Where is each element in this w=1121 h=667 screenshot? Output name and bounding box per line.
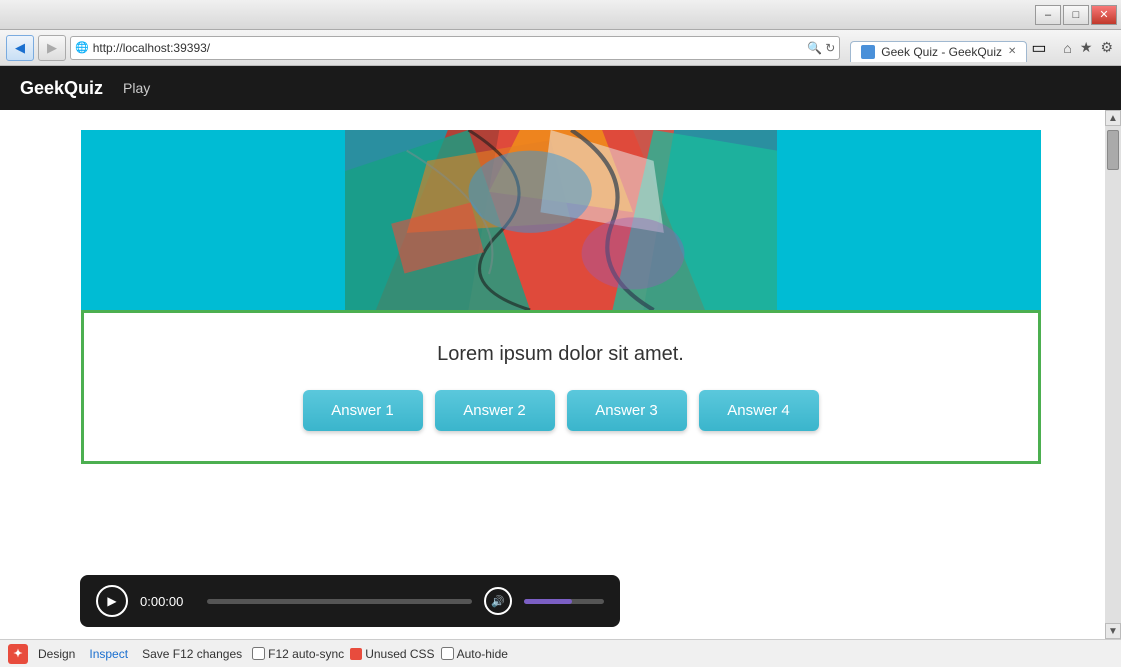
play-button[interactable]: ▶: [96, 585, 128, 617]
tab-close-button[interactable]: ✕: [1008, 46, 1016, 57]
refresh-icon[interactable]: ↻: [825, 41, 835, 55]
favorites-icon[interactable]: ★: [1078, 37, 1095, 58]
answer-button-1[interactable]: Answer 1: [303, 390, 423, 431]
search-icon[interactable]: 🔍: [807, 41, 822, 55]
scrollbar[interactable]: ▲ ▼: [1105, 110, 1121, 639]
scroll-up-arrow[interactable]: ▲: [1105, 110, 1121, 126]
volume-button[interactable]: 🔊: [484, 587, 512, 615]
nav-play-link[interactable]: Play: [123, 80, 150, 96]
dev-toolbar: ✦ Design Inspect Save F12 changes F12 au…: [0, 639, 1121, 667]
quiz-image: [81, 130, 1041, 310]
app-brand[interactable]: GeekQuiz: [20, 78, 103, 99]
dev-tools-logo: ✦: [8, 644, 28, 664]
inspect-button[interactable]: Inspect: [85, 645, 132, 663]
f12-autosync-checkbox[interactable]: F12 auto-sync: [252, 647, 344, 661]
address-bar[interactable]: 🌐 http://localhost:39393/ 🔍 ↻: [70, 36, 840, 60]
scroll-down-arrow[interactable]: ▼: [1105, 623, 1121, 639]
unused-css[interactable]: Unused CSS: [350, 647, 434, 661]
forward-button[interactable]: ▶: [38, 35, 66, 61]
navigation-bar: ◀ ▶ 🌐 http://localhost:39393/ 🔍 ↻ Geek Q…: [0, 30, 1121, 66]
save-f12-button[interactable]: Save F12 changes: [138, 645, 246, 663]
answer-button-3[interactable]: Answer 3: [567, 390, 687, 431]
scrollbar-thumb[interactable]: [1107, 130, 1119, 170]
settings-icon[interactable]: ⚙: [1098, 37, 1115, 58]
home-icon[interactable]: ⌂: [1061, 38, 1073, 58]
volume-fill: [524, 599, 572, 604]
tab-favicon: [861, 45, 875, 59]
toolbar-icons: ⌂ ★ ⚙: [1061, 37, 1115, 58]
question-text: Lorem ipsum dolor sit amet.: [437, 343, 684, 366]
answer-button-4[interactable]: Answer 4: [699, 390, 819, 431]
maximize-button[interactable]: □: [1063, 5, 1089, 25]
address-text: http://localhost:39393/: [93, 41, 804, 55]
progress-track[interactable]: [207, 599, 472, 604]
unused-css-label: Unused CSS: [365, 647, 434, 661]
new-tab-button[interactable]: ▭: [1031, 38, 1051, 58]
quiz-image-section: [81, 130, 1041, 310]
auto-hide-input[interactable]: [441, 647, 454, 660]
address-icons: 🔍 ↻: [807, 41, 835, 55]
page-content: GeekQuiz Play: [0, 66, 1121, 667]
answers-row: Answer 1 Answer 2 Answer 3 Answer 4: [303, 390, 819, 431]
browser-window: – □ ✕ ◀ ▶ 🌐 http://localhost:39393/ 🔍 ↻ …: [0, 0, 1121, 667]
app-navbar: GeekQuiz Play: [0, 66, 1121, 110]
auto-hide-checkbox[interactable]: Auto-hide: [441, 647, 508, 661]
answer-button-2[interactable]: Answer 2: [435, 390, 555, 431]
title-bar: – □ ✕: [0, 0, 1121, 30]
title-bar-buttons: – □ ✕: [1035, 5, 1117, 25]
f12-autosync-input[interactable]: [252, 647, 265, 660]
tab-label: Geek Quiz - GeekQuiz: [881, 45, 1002, 59]
quiz-question-section: Lorem ipsum dolor sit amet. Answer 1 Ans…: [81, 310, 1041, 464]
browser-tab[interactable]: Geek Quiz - GeekQuiz ✕: [850, 41, 1027, 62]
media-player: ▶ 0:00:00 🔊: [80, 575, 620, 627]
f12-autosync-label: F12 auto-sync: [268, 647, 344, 661]
close-button[interactable]: ✕: [1091, 5, 1117, 25]
back-button[interactable]: ◀: [6, 35, 34, 61]
time-display: 0:00:00: [140, 594, 195, 609]
minimize-button[interactable]: –: [1035, 5, 1061, 25]
unused-css-badge-icon: [350, 648, 362, 660]
volume-track[interactable]: [524, 599, 604, 604]
design-button[interactable]: Design: [34, 645, 79, 663]
tab-bar: Geek Quiz - GeekQuiz ✕: [850, 34, 1027, 62]
auto-hide-label: Auto-hide: [457, 647, 508, 661]
address-lock-icon: 🌐: [75, 41, 89, 54]
